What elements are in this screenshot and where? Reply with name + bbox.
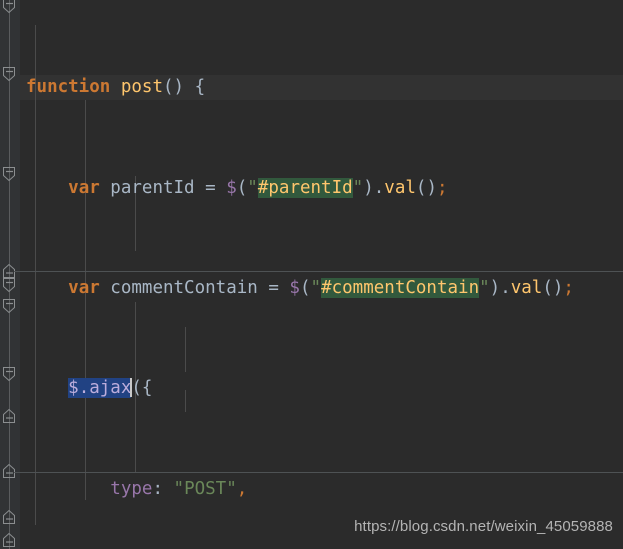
code-line[interactable]: var commentContain = $("#commentContain"… [20,276,623,301]
code-lines: function post() { var parentId = $("#par… [20,0,623,549]
fold-region-separator [14,472,623,473]
code-line[interactable]: function post() { [20,75,623,100]
code-line[interactable]: type: "POST", [20,477,623,502]
fold-collapse-icon[interactable] [1,66,18,83]
fold-expand-icon[interactable] [1,531,18,548]
code-line-selected[interactable]: $.ajax({ [20,376,623,401]
code-editor[interactable]: function post() { var parentId = $("#par… [0,0,623,549]
fold-collapse-icon[interactable] [1,0,18,15]
fold-expand-icon[interactable] [1,508,18,525]
fold-region-separator [14,271,623,272]
code-area[interactable]: function post() { var parentId = $("#par… [20,0,623,549]
code-line[interactable]: var parentId = $("#parentId").val(); [20,176,623,201]
fold-collapse-icon[interactable] [1,277,18,294]
fold-collapse-icon[interactable] [1,298,18,315]
fold-collapse-icon[interactable] [1,166,18,183]
watermark-url: https://blog.csdn.net/weixin_45059888 [354,518,613,535]
fold-expand-icon[interactable] [1,462,18,479]
fold-collapse-icon[interactable] [1,366,18,383]
fold-expand-icon[interactable] [1,407,18,424]
